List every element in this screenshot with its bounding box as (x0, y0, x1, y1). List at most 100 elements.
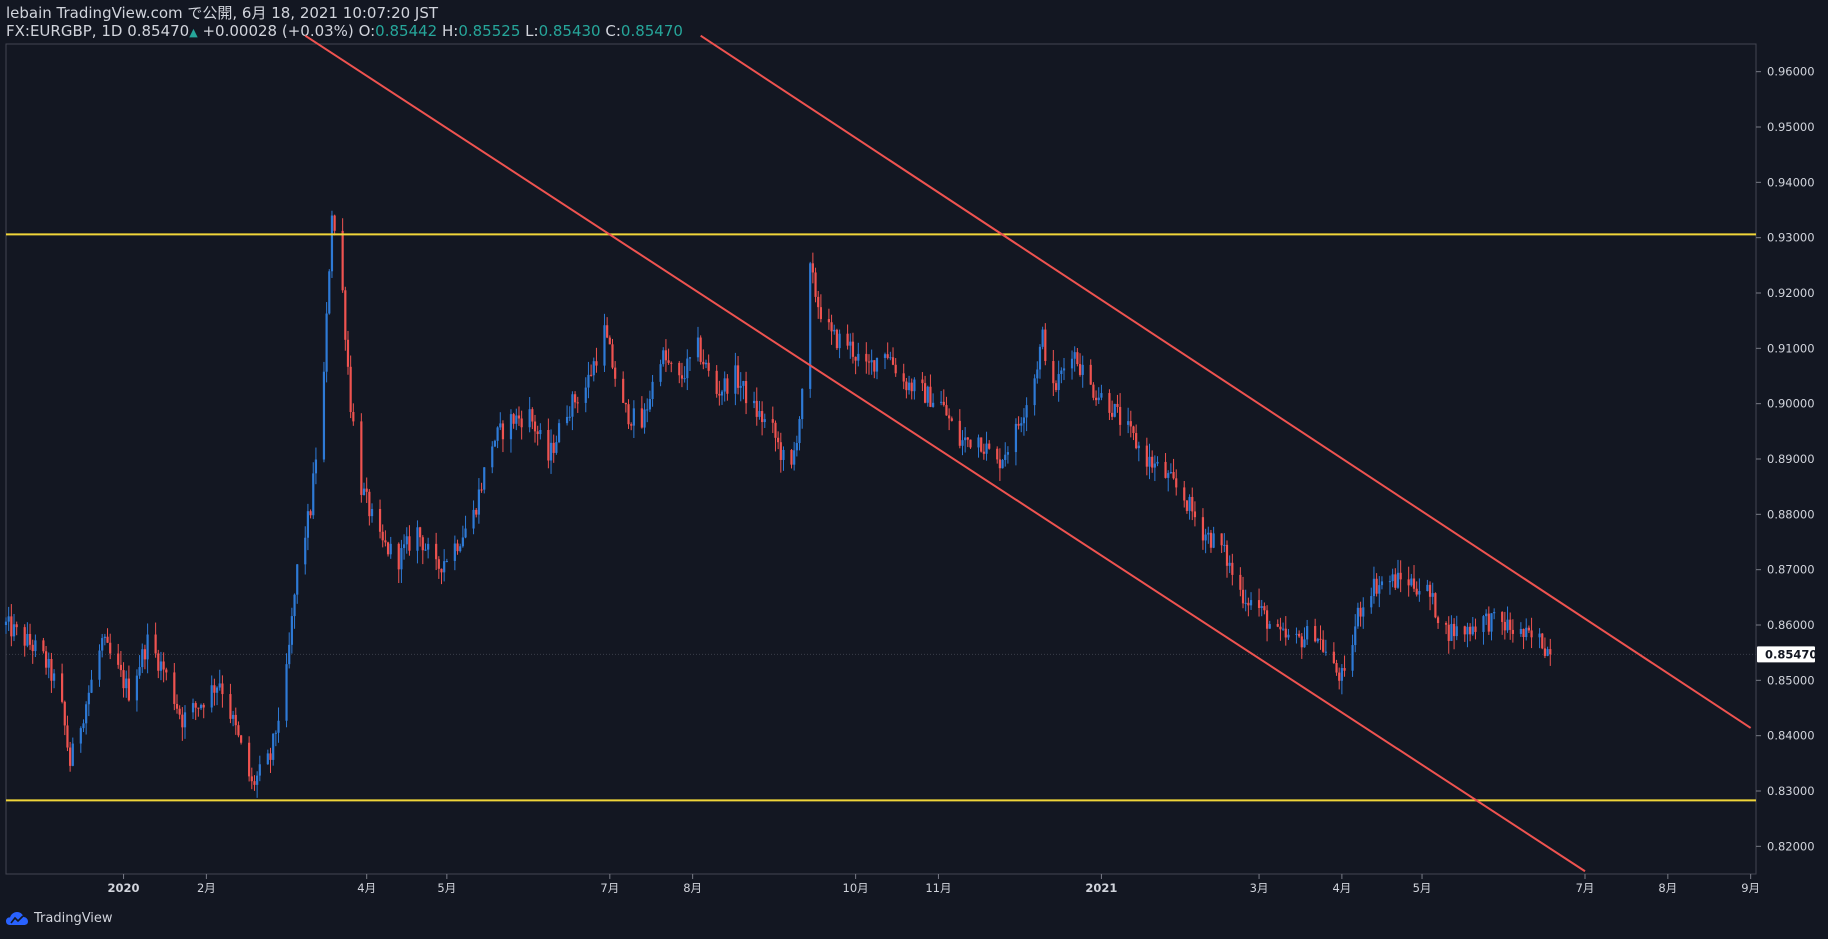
candle-down (998, 459, 1001, 469)
candle-up (632, 408, 635, 426)
candle-up (555, 442, 558, 453)
candle-down (221, 683, 224, 695)
candle-up (472, 509, 475, 529)
time-axis[interactable]: 2020 2月 4月 5月 7月 8月 10月 11月 2021 3月 4月 5月 7月 8月 9月 (108, 874, 1761, 895)
candle-up (801, 388, 804, 420)
candle-down (1474, 626, 1477, 632)
candle-down (437, 559, 440, 569)
candle-up (571, 394, 574, 417)
candle-down (590, 374, 593, 376)
candle-down (1132, 426, 1135, 434)
candle-up (103, 636, 106, 639)
candle-up (926, 386, 929, 403)
candles[interactable] (4, 210, 1552, 798)
price-tick-label: 0.84000 (1767, 729, 1815, 743)
candle-up (1354, 626, 1357, 646)
time-tick-label: 9月 (1741, 881, 1760, 895)
candle-up (565, 416, 569, 424)
candle-up (1148, 456, 1151, 467)
candle-down (846, 333, 849, 346)
candle-down (1447, 624, 1450, 641)
candle-up (296, 564, 299, 595)
candle-down (333, 215, 336, 231)
candle-up (1020, 423, 1023, 426)
time-tick-label: 10月 (843, 881, 869, 895)
candle-down (777, 437, 780, 443)
candle-down (988, 443, 991, 449)
candle-down (1076, 352, 1079, 365)
candle-up (141, 649, 144, 668)
candle-up (274, 732, 277, 734)
candle-up (795, 443, 798, 451)
candle-down (119, 664, 122, 671)
candle-down (886, 354, 889, 358)
candle-down (627, 404, 630, 425)
candle-up (1303, 639, 1306, 648)
candle-down (517, 415, 521, 419)
candle-up (539, 429, 542, 435)
candle-down (1434, 593, 1437, 618)
candle-down (533, 421, 537, 432)
candle-up (1260, 606, 1263, 608)
candle-up (1113, 403, 1116, 417)
time-tick-label: 4月 (357, 881, 376, 895)
candle-down (736, 365, 740, 388)
candle-up (1493, 612, 1496, 614)
candle-down (1407, 579, 1410, 586)
price-tick-label: 0.87000 (1767, 563, 1815, 577)
candle-down (996, 448, 999, 460)
price-tick-label: 0.95000 (1767, 120, 1815, 134)
tradingview-logo[interactable]: TradingView (6, 911, 113, 926)
candle-up (838, 333, 841, 349)
candle-down (202, 704, 205, 708)
candle-down (63, 701, 66, 726)
candle-down (378, 508, 382, 532)
trend-line (700, 34, 1752, 729)
candle-down (1444, 623, 1448, 625)
candle-down (1151, 456, 1154, 468)
candle-up (1351, 645, 1354, 671)
candle-down (811, 263, 814, 273)
candle-up (686, 358, 689, 379)
price-axis[interactable]: 0.82000 0.83000 0.84000 0.85000 0.86000 0.870… (1756, 65, 1815, 854)
candle-up (4, 621, 8, 625)
candle-up (304, 537, 307, 565)
time-tick-label: 5月 (437, 881, 456, 895)
candle-up (146, 634, 149, 660)
candle-up (1060, 370, 1063, 375)
price-tag-label: 0.85470 (1765, 647, 1817, 661)
drawings[interactable] (6, 34, 1756, 873)
candle-up (549, 442, 553, 461)
candle-down (718, 393, 721, 396)
candle-up (1525, 627, 1528, 638)
candle-down (664, 350, 668, 361)
candle-up (424, 549, 427, 551)
candle-down (1399, 572, 1402, 580)
candle-up (1004, 454, 1007, 460)
candle-up (1223, 544, 1226, 546)
candle-up (26, 633, 29, 646)
price-tick-label: 0.91000 (1767, 341, 1815, 355)
candle-up (1100, 393, 1103, 398)
candle-down (1052, 361, 1055, 384)
time-tick-label: 2021 (1085, 881, 1117, 895)
candle-up (85, 704, 88, 724)
candle-up (603, 325, 606, 366)
candle-down (1543, 648, 1547, 656)
candle-up (499, 423, 502, 428)
candle-down (835, 329, 839, 349)
time-tick-label: 2月 (197, 881, 216, 895)
candle-down (1247, 602, 1250, 606)
candle-down (234, 714, 237, 726)
candle-down (573, 394, 577, 403)
candle-down (905, 381, 908, 391)
candle-up (1471, 626, 1474, 635)
candle-up (1506, 619, 1509, 631)
candle-down (1191, 496, 1194, 512)
candle-up (1156, 461, 1159, 464)
candle-up (1062, 368, 1066, 371)
candlestick-chart[interactable]: 0.82000 0.83000 0.84000 0.85000 0.86000 0.870… (0, 0, 1828, 939)
candle-up (325, 313, 328, 372)
candle-up (1001, 459, 1004, 469)
candle-down (552, 442, 555, 453)
